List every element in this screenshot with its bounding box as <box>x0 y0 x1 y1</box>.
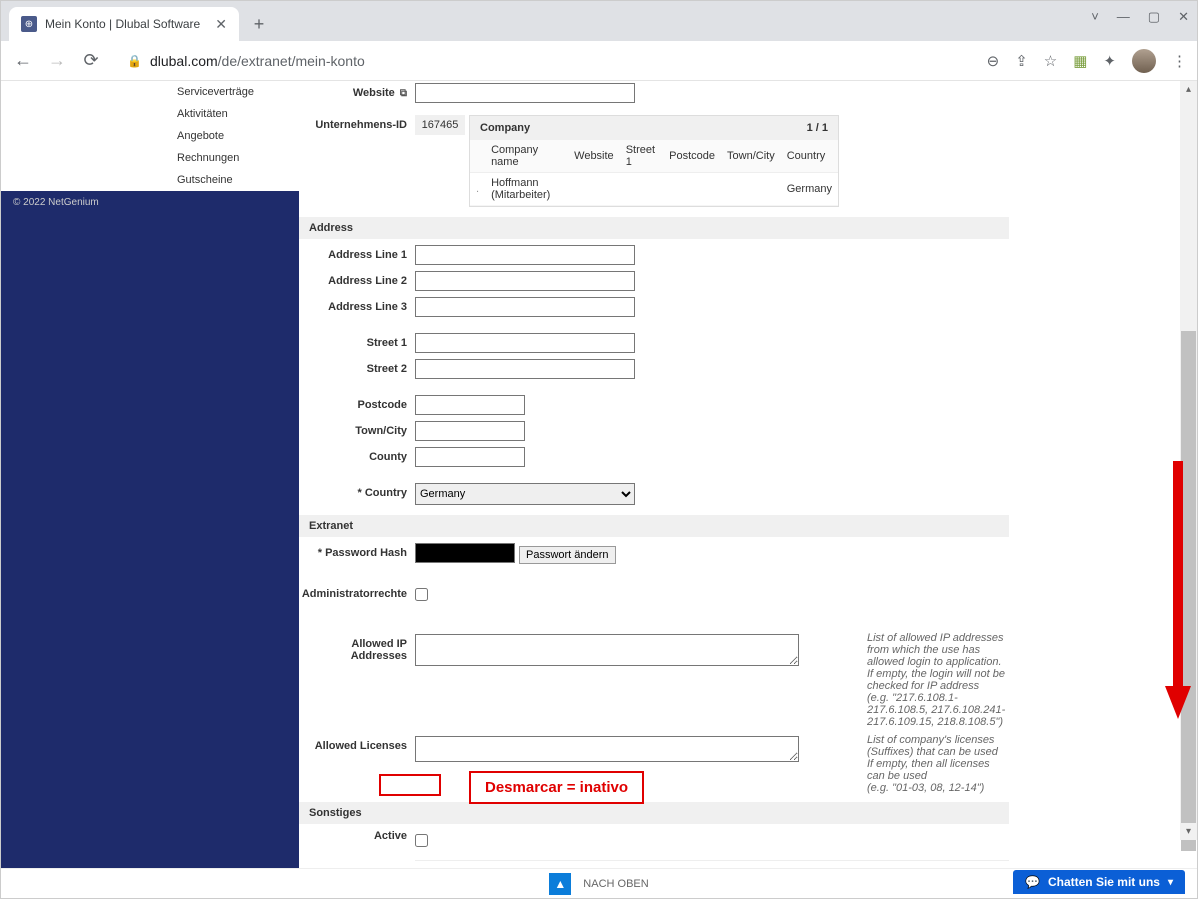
street1-label: Street 1 <box>299 331 415 349</box>
password-input[interactable] <box>415 543 515 563</box>
sidebar-item[interactable]: Serviceverträge <box>1 81 299 103</box>
main-content: Website ⧉ Unternehmens-ID 167465 Company… <box>299 81 1197 870</box>
country-label: * Country <box>299 481 415 499</box>
external-link-icon[interactable]: ⧉ <box>400 88 407 99</box>
sidebar-item[interactable]: Gutscheine <box>1 169 299 191</box>
reload-icon[interactable]: ⟳ <box>79 50 103 71</box>
ip-label: Allowed IP Addresses <box>299 632 415 662</box>
minimize-icon[interactable]: — <box>1117 9 1130 25</box>
ip-help-text: List of allowed IP addresses from which … <box>859 632 1009 728</box>
new-tab-button[interactable]: + <box>245 10 273 38</box>
admin-label: Administratorrechte <box>299 582 415 600</box>
company-table: Company 1 / 1 Company nameWebsiteStreet … <box>469 115 839 207</box>
change-password-button[interactable]: Passwort ändern <box>519 546 616 564</box>
postcode-label: Postcode <box>299 393 415 411</box>
tab-title: Mein Konto | Dlubal Software <box>45 17 207 31</box>
sidebar-item[interactable]: Rechnungen <box>1 147 299 169</box>
forward-icon: → <box>45 50 69 71</box>
addr1-label: Address Line 1 <box>299 243 415 261</box>
chat-icon: 💬 <box>1025 875 1040 889</box>
addr3-input[interactable] <box>415 297 635 317</box>
company-table-title: Company <box>480 122 530 134</box>
zoom-icon[interactable]: ⊖ <box>987 52 1000 70</box>
star-icon[interactable]: ☆ <box>1044 52 1057 70</box>
pw-label: * Password Hash <box>299 541 415 559</box>
menu-icon[interactable]: ⋮ <box>1172 52 1187 70</box>
address-bar[interactable]: 🔒 dlubal.com/de/extranet/mein-konto <box>113 53 977 69</box>
browser-toolbar: ← → ⟳ 🔒 dlubal.com/de/extranet/mein-kont… <box>1 41 1197 81</box>
lic-textarea[interactable] <box>415 736 799 762</box>
addr2-label: Address Line 2 <box>299 269 415 287</box>
addr3-label: Address Line 3 <box>299 295 415 313</box>
company-id-value: 167465 <box>415 115 465 135</box>
postcode-input[interactable] <box>415 395 525 415</box>
chat-button[interactable]: 💬 Chatten Sie mit uns ▾ <box>1013 870 1185 894</box>
profile-avatar[interactable] <box>1132 49 1156 73</box>
county-label: County <box>299 445 415 463</box>
copyright-text: © 2022 NetGenium <box>1 191 299 214</box>
admin-checkbox[interactable] <box>415 588 428 601</box>
puzzle-icon[interactable]: ✦ <box>1103 52 1116 70</box>
scroll-top-button[interactable]: ▲ <box>549 873 571 895</box>
lic-help-text: List of company's licenses (Suffixes) th… <box>859 734 1009 794</box>
section-address: Address <box>299 217 1009 239</box>
section-other: Sonstiges <box>299 802 1009 824</box>
back-icon[interactable]: ← <box>11 50 35 71</box>
table-header <box>470 140 485 173</box>
table-header: Postcode <box>663 140 721 173</box>
website-input[interactable] <box>415 83 635 103</box>
table-header: Street 1 <box>620 140 663 173</box>
town-label: Town/City <box>299 419 415 437</box>
addr2-input[interactable] <box>415 271 635 291</box>
sidebar-item[interactable]: Angebote <box>1 125 299 147</box>
footer-top-label[interactable]: NACH OBEN <box>583 878 648 890</box>
lock-icon: 🔒 <box>127 54 142 68</box>
url-text: dlubal.com/de/extranet/mein-konto <box>150 53 365 69</box>
scroll-up-icon[interactable]: ▴ <box>1180 81 1197 98</box>
addr1-input[interactable] <box>415 245 635 265</box>
section-extranet: Extranet <box>299 515 1009 537</box>
active-checkbox[interactable] <box>415 834 428 847</box>
lic-label: Allowed Licenses <box>299 734 415 752</box>
sidebar: ServiceverträgeAktivitätenAngeboteRechnu… <box>1 81 299 870</box>
street2-input[interactable] <box>415 359 635 379</box>
table-header: Company name <box>485 140 568 173</box>
scroll-down-icon[interactable]: ▾ <box>1180 823 1197 840</box>
annotation-box-active <box>379 774 441 796</box>
browser-tab[interactable]: ⊕ Mein Konto | Dlubal Software ✕ <box>9 7 239 41</box>
annotation-text: Desmarcar = inativo <box>469 771 644 804</box>
table-header: Town/City <box>721 140 781 173</box>
tab-close-icon[interactable]: ✕ <box>215 16 227 33</box>
street2-label: Street 2 <box>299 357 415 375</box>
street1-input[interactable] <box>415 333 635 353</box>
chevron-down-icon: ▾ <box>1168 877 1173 888</box>
company-id-label: Unternehmens-ID <box>299 113 415 131</box>
annotation-arrow <box>1163 461 1193 721</box>
extension-icon[interactable]: ▦ <box>1073 52 1087 70</box>
table-row[interactable]: . Hoffmann (Mitarbeiter) Germany <box>470 173 838 206</box>
county-input[interactable] <box>415 447 525 467</box>
chevron-down-icon[interactable]: ˅ <box>1091 9 1099 25</box>
maximize-icon[interactable]: ▢ <box>1148 9 1160 25</box>
website-label: Website ⧉ <box>299 81 415 99</box>
share-icon[interactable]: ⇪ <box>1015 52 1028 70</box>
sidebar-item[interactable]: Aktivitäten <box>1 103 299 125</box>
chat-label: Chatten Sie mit uns <box>1048 875 1160 889</box>
favicon-icon: ⊕ <box>21 16 37 32</box>
table-header: Website <box>568 140 620 173</box>
company-table-count: 1 / 1 <box>807 122 828 134</box>
active-label: Active <box>299 828 415 842</box>
town-input[interactable] <box>415 421 525 441</box>
tab-bar: ⊕ Mein Konto | Dlubal Software ✕ + <box>1 1 1197 41</box>
ip-textarea[interactable] <box>415 634 799 666</box>
close-window-icon[interactable]: ✕ <box>1178 9 1189 25</box>
table-header: Country <box>781 140 838 173</box>
country-select[interactable]: Germany <box>415 483 635 505</box>
